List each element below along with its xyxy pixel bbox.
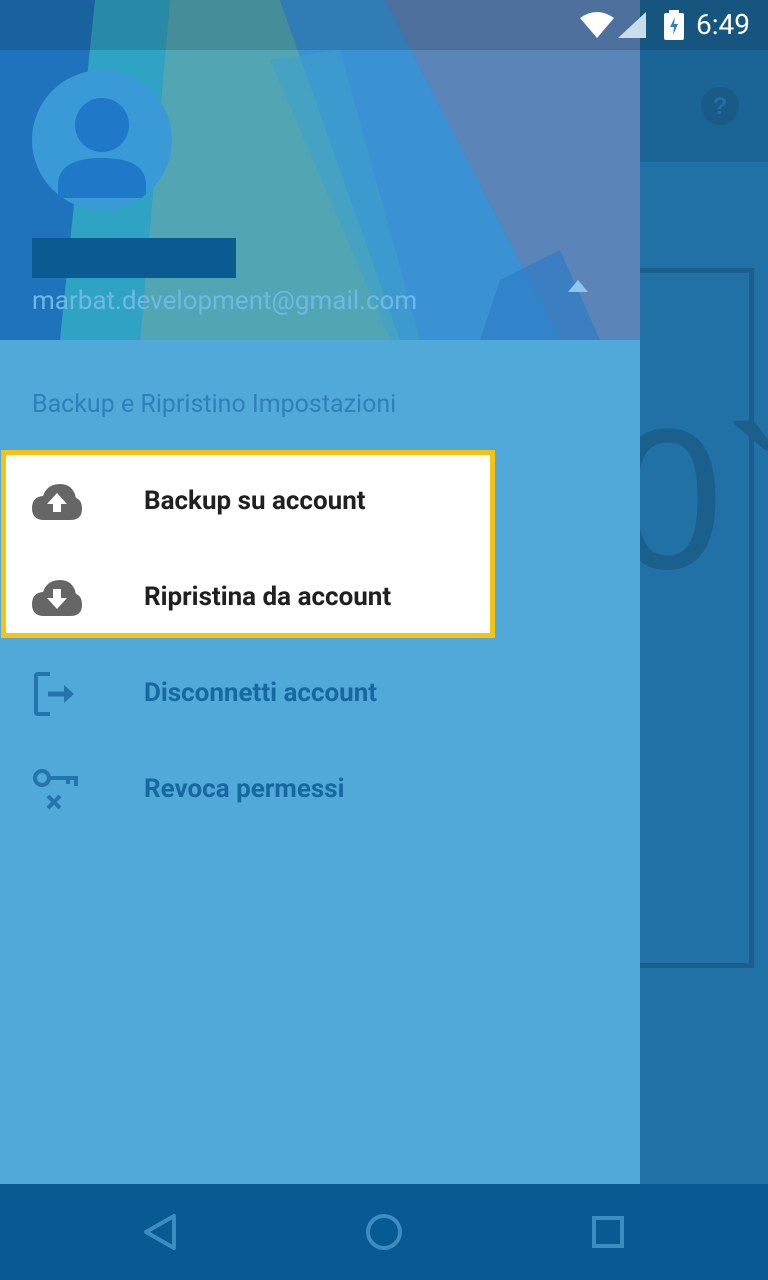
section-title: Backup e Ripristino Impostazioni: [32, 390, 397, 419]
person-icon: [58, 98, 146, 198]
recents-icon[interactable]: [588, 1212, 628, 1252]
menu-item-disconnect[interactable]: Disconnetti account: [0, 646, 494, 742]
menu-item-label: Ripristina da account: [144, 582, 392, 612]
signal-icon: [618, 12, 646, 38]
home-icon[interactable]: [364, 1212, 404, 1252]
wifi-icon: [580, 12, 614, 38]
account-name-redacted: [32, 238, 236, 278]
drawer-header: marbat.development@gmail.com: [0, 0, 640, 340]
cloud-upload-icon: [32, 484, 82, 520]
system-nav-bar: [0, 1184, 768, 1280]
help-icon[interactable]: ?: [700, 86, 740, 126]
logout-icon: [34, 672, 74, 716]
menu-item-label: Disconnetti account: [144, 678, 378, 708]
back-icon[interactable]: [140, 1212, 180, 1252]
svg-text:?: ?: [713, 93, 728, 120]
battery-icon: [664, 10, 684, 40]
cloud-download-icon: [32, 580, 82, 616]
chevron-up-icon[interactable]: [568, 280, 588, 292]
menu-item-backup[interactable]: Backup su account: [0, 454, 494, 550]
key-remove-icon: [33, 769, 78, 810]
navigation-drawer: marbat.development@gmail.com Backup e Ri…: [0, 0, 640, 1184]
menu-item-label: Backup su account: [144, 486, 366, 516]
status-time: 6:49: [696, 8, 750, 41]
menu-item-revoke[interactable]: Revoca permessi: [0, 742, 494, 838]
status-bar: 6:49: [0, 0, 768, 50]
avatar[interactable]: [32, 70, 172, 210]
menu-item-restore[interactable]: Ripristina da account: [0, 550, 494, 646]
menu-item-label: Revoca permessi: [144, 774, 345, 804]
account-email: marbat.development@gmail.com: [32, 286, 418, 316]
